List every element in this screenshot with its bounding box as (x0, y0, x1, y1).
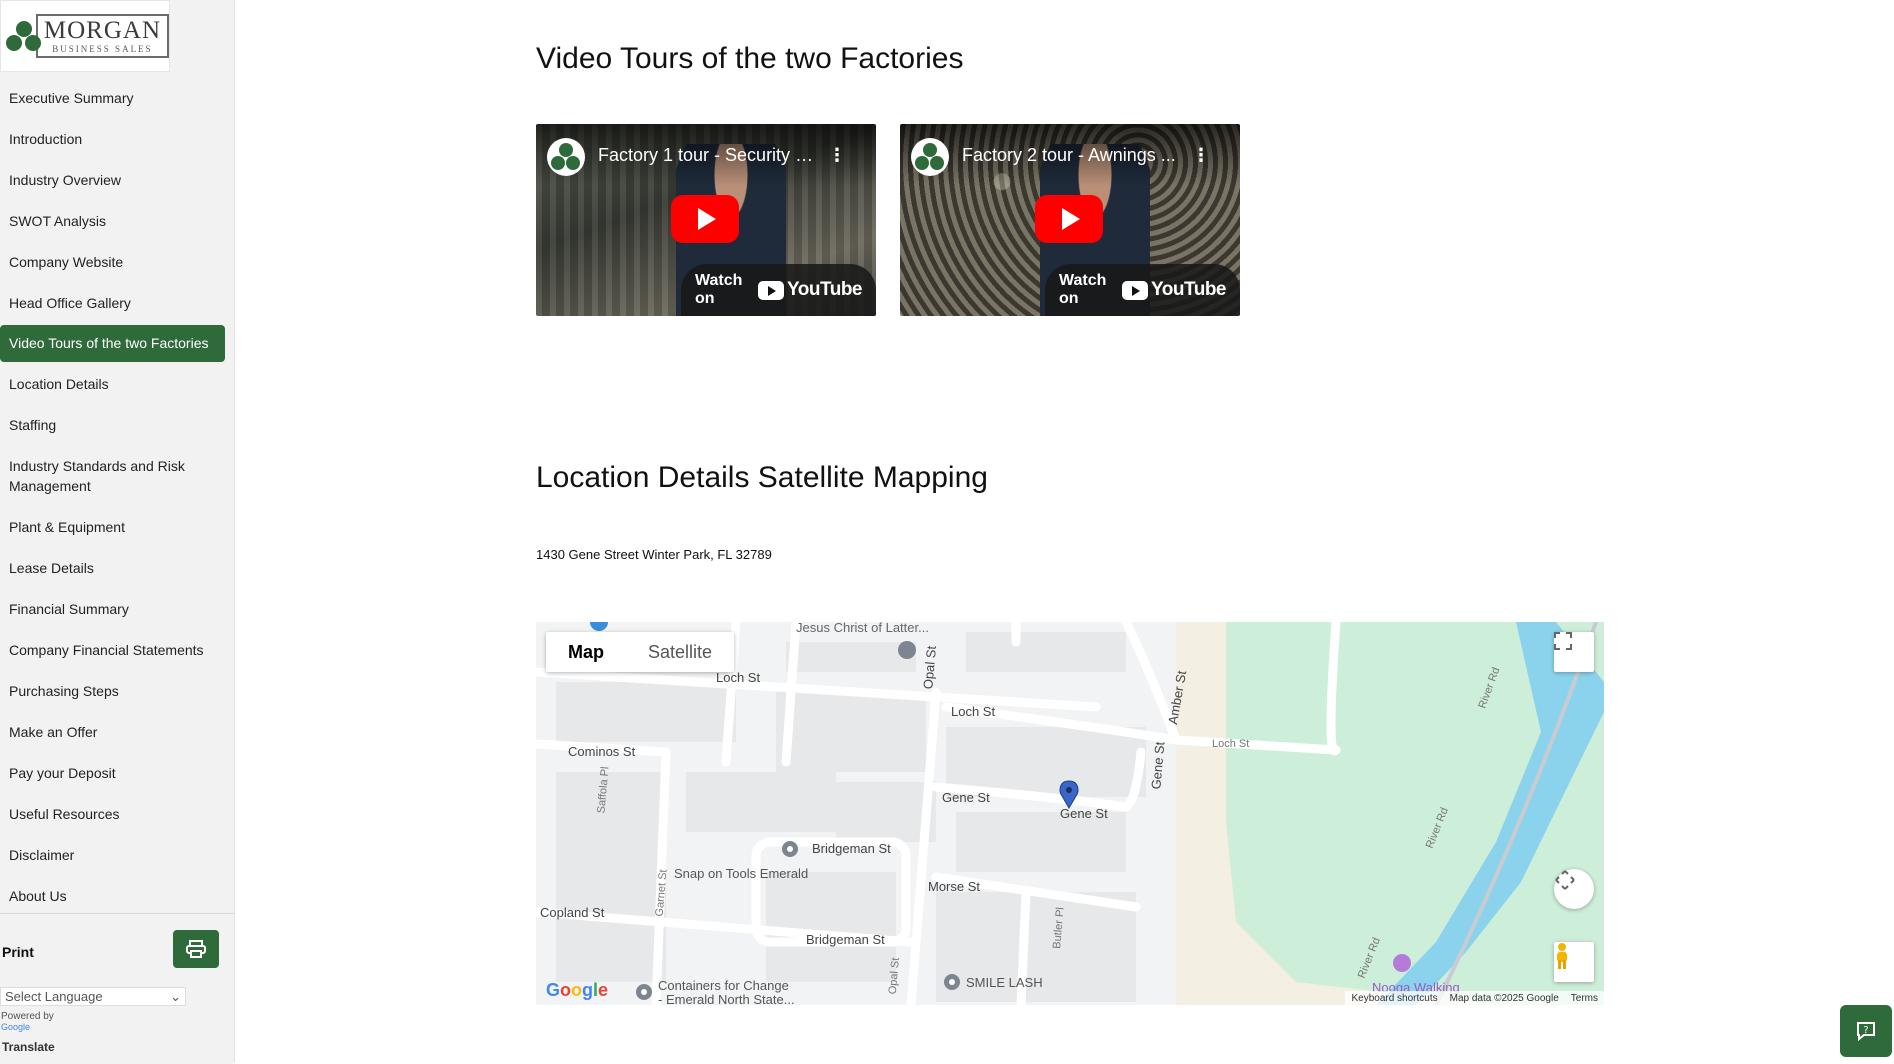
map-label-containers-location: - Emerald North State... (658, 992, 795, 1005)
video-section-title: Video Tours of the two Factories (536, 42, 964, 75)
sidebar-item-swot-analysis[interactable]: SWOT Analysis (0, 211, 226, 231)
map-label-loch-st: Loch St (716, 670, 761, 685)
map-label-containers-for-change[interactable]: Containers for Change (658, 978, 789, 993)
video-title[interactable]: Factory 1 tour - Security S... (598, 145, 816, 166)
watch-on-youtube-button[interactable]: Watch on YouTube (1045, 264, 1240, 316)
play-button[interactable] (671, 195, 739, 243)
map-label-smile-lash[interactable]: SMILE LASH (966, 975, 1043, 990)
camera-control-button[interactable] (1554, 869, 1594, 909)
play-icon (1062, 208, 1080, 230)
logo-wordmark: MORGAN BUSINESS SALES (35, 14, 169, 58)
channel-avatar-icon[interactable] (547, 138, 585, 176)
sidebar-item-disclaimer[interactable]: Disclaimer (0, 845, 226, 865)
map-label-gene-st: Gene St (1060, 806, 1108, 821)
company-logo[interactable]: MORGAN BUSINESS SALES (0, 0, 170, 72)
map-type-satellite-button[interactable]: Satellite (626, 632, 734, 672)
video-embed-factory-2[interactable]: Factory 2 tour - Awnings ... ⋮ Watch on … (900, 124, 1240, 316)
sidebar-item-executive-summary[interactable]: Executive Summary (0, 88, 226, 108)
map-label-cominos-st: Cominos St (568, 744, 636, 759)
terms-link[interactable]: Terms (1571, 993, 1598, 1004)
sidebar-item-industry-standards[interactable]: Industry Standards and Risk Management (0, 456, 200, 496)
svg-text:?: ? (1863, 1025, 1868, 1036)
play-icon (698, 208, 716, 230)
print-button[interactable] (173, 930, 219, 968)
sidebar-item-purchasing-steps[interactable]: Purchasing Steps (0, 681, 226, 701)
sidebar-item-about-us[interactable]: About Us (0, 886, 226, 906)
property-address: 1430 Gene Street Winter Park, FL 32789 (536, 547, 772, 562)
map-label-morse-st: Morse St (928, 879, 981, 894)
more-options-icon[interactable]: ⋮ (1192, 146, 1210, 164)
sidebar-item-make-an-offer[interactable]: Make an Offer (0, 722, 226, 742)
google-map-logo: Google (546, 980, 609, 1000)
fullscreen-icon (1554, 632, 1572, 650)
youtube-logo-icon: YouTube (1122, 279, 1226, 301)
watch-on-label: Watch on (1059, 272, 1107, 307)
sidebar-item-company-financial-statements[interactable]: Company Financial Statements (0, 640, 226, 660)
video-title[interactable]: Factory 2 tour - Awnings ... (962, 145, 1180, 166)
camera-move-icon (1555, 870, 1575, 890)
chevron-down-icon: ⌄ (170, 988, 181, 1004)
youtube-wordmark: YouTube (787, 279, 862, 300)
sidebar-item-head-office-gallery[interactable]: Head Office Gallery (0, 293, 226, 313)
sidebar-item-company-website[interactable]: Company Website (0, 252, 226, 272)
map-label-snap-on-tools[interactable]: Snap on Tools Emerald (674, 866, 808, 881)
sidebar-item-video-tours[interactable]: Video Tours of the two Factories (0, 325, 225, 362)
google-small-logo: Google (1, 1022, 31, 1032)
sidebar-item-useful-resources[interactable]: Useful Resources (0, 804, 226, 824)
sidebar-item-plant-equipment[interactable]: Plant & Equipment (0, 517, 226, 537)
more-options-icon[interactable]: ⋮ (828, 146, 846, 164)
map-type-toggle: Map Satellite (546, 632, 735, 672)
watch-on-label: Watch on (695, 272, 743, 307)
map-label-loch-st: Loch St (951, 704, 996, 719)
map-data-attribution: Map data ©2025 Google (1449, 992, 1559, 1004)
sidebar-nav: Executive Summary Introduction Industry … (0, 88, 234, 913)
map-label-gene-st: Gene St (942, 790, 990, 805)
chat-help-icon: ? (1857, 1022, 1875, 1042)
sidebar-item-introduction[interactable]: Introduction (0, 129, 226, 149)
print-translate-panel: Print Select Language ⌄ Powered by Googl… (0, 913, 234, 1064)
keyboard-shortcuts-link[interactable]: Keyboard shortcuts (1351, 993, 1437, 1004)
sidebar-item-industry-overview[interactable]: Industry Overview (0, 170, 226, 190)
powered-by: Powered by Google (1, 1011, 54, 1033)
youtube-wordmark: YouTube (1151, 279, 1226, 300)
watch-on-youtube-button[interactable]: Watch on YouTube (681, 264, 876, 316)
map-label-copland-st: Copland St (540, 905, 605, 920)
sidebar-item-staffing[interactable]: Staffing (0, 415, 226, 435)
powered-by-label: Powered by (1, 1011, 54, 1022)
location-section-title: Location Details Satellite Mapping (536, 461, 988, 494)
map-label-bridgeman-st: Bridgeman St (812, 841, 891, 856)
sidebar-item-lease-details[interactable]: Lease Details (0, 558, 226, 578)
map-label-bridgeman-st: Bridgeman St (806, 932, 885, 947)
play-button[interactable] (1035, 195, 1103, 243)
map-type-map-button[interactable]: Map (546, 632, 626, 672)
logo-mark-icon (5, 17, 41, 55)
logo-title: MORGAN (43, 17, 161, 44)
map-label-church[interactable]: Jesus Christ of Latter... (796, 622, 929, 635)
map-footer: Keyboard shortcuts Map data ©2025 Google… (1345, 991, 1604, 1005)
video-embed-factory-1[interactable]: Factory 1 tour - Security S... ⋮ Watch o… (536, 124, 876, 316)
translate-link[interactable]: Translate (2, 1040, 55, 1054)
youtube-logo-icon: YouTube (758, 279, 862, 301)
logo-subtitle: BUSINESS SALES (52, 44, 153, 54)
language-select[interactable]: Select Language ⌄ (0, 987, 186, 1006)
pegman-icon (1557, 943, 1567, 969)
google-map[interactable]: Jesus Christ of Latter... Loch St Loch S… (536, 622, 1604, 1005)
print-label: Print (2, 944, 34, 960)
chat-widget-button[interactable]: ? (1840, 1005, 1892, 1057)
sidebar-item-financial-summary[interactable]: Financial Summary (0, 599, 226, 619)
printer-icon (186, 940, 206, 958)
sidebar: MORGAN BUSINESS SALES Executive Summary … (0, 0, 235, 1064)
street-view-pegman-button[interactable] (1554, 942, 1594, 982)
fullscreen-button[interactable] (1554, 632, 1594, 672)
sidebar-item-pay-deposit[interactable]: Pay your Deposit (0, 763, 226, 783)
language-select-value: Select Language (5, 989, 103, 1004)
map-label-loch-st: Loch St (1212, 738, 1250, 750)
sidebar-item-location-details[interactable]: Location Details (0, 374, 226, 394)
channel-avatar-icon[interactable] (911, 138, 949, 176)
